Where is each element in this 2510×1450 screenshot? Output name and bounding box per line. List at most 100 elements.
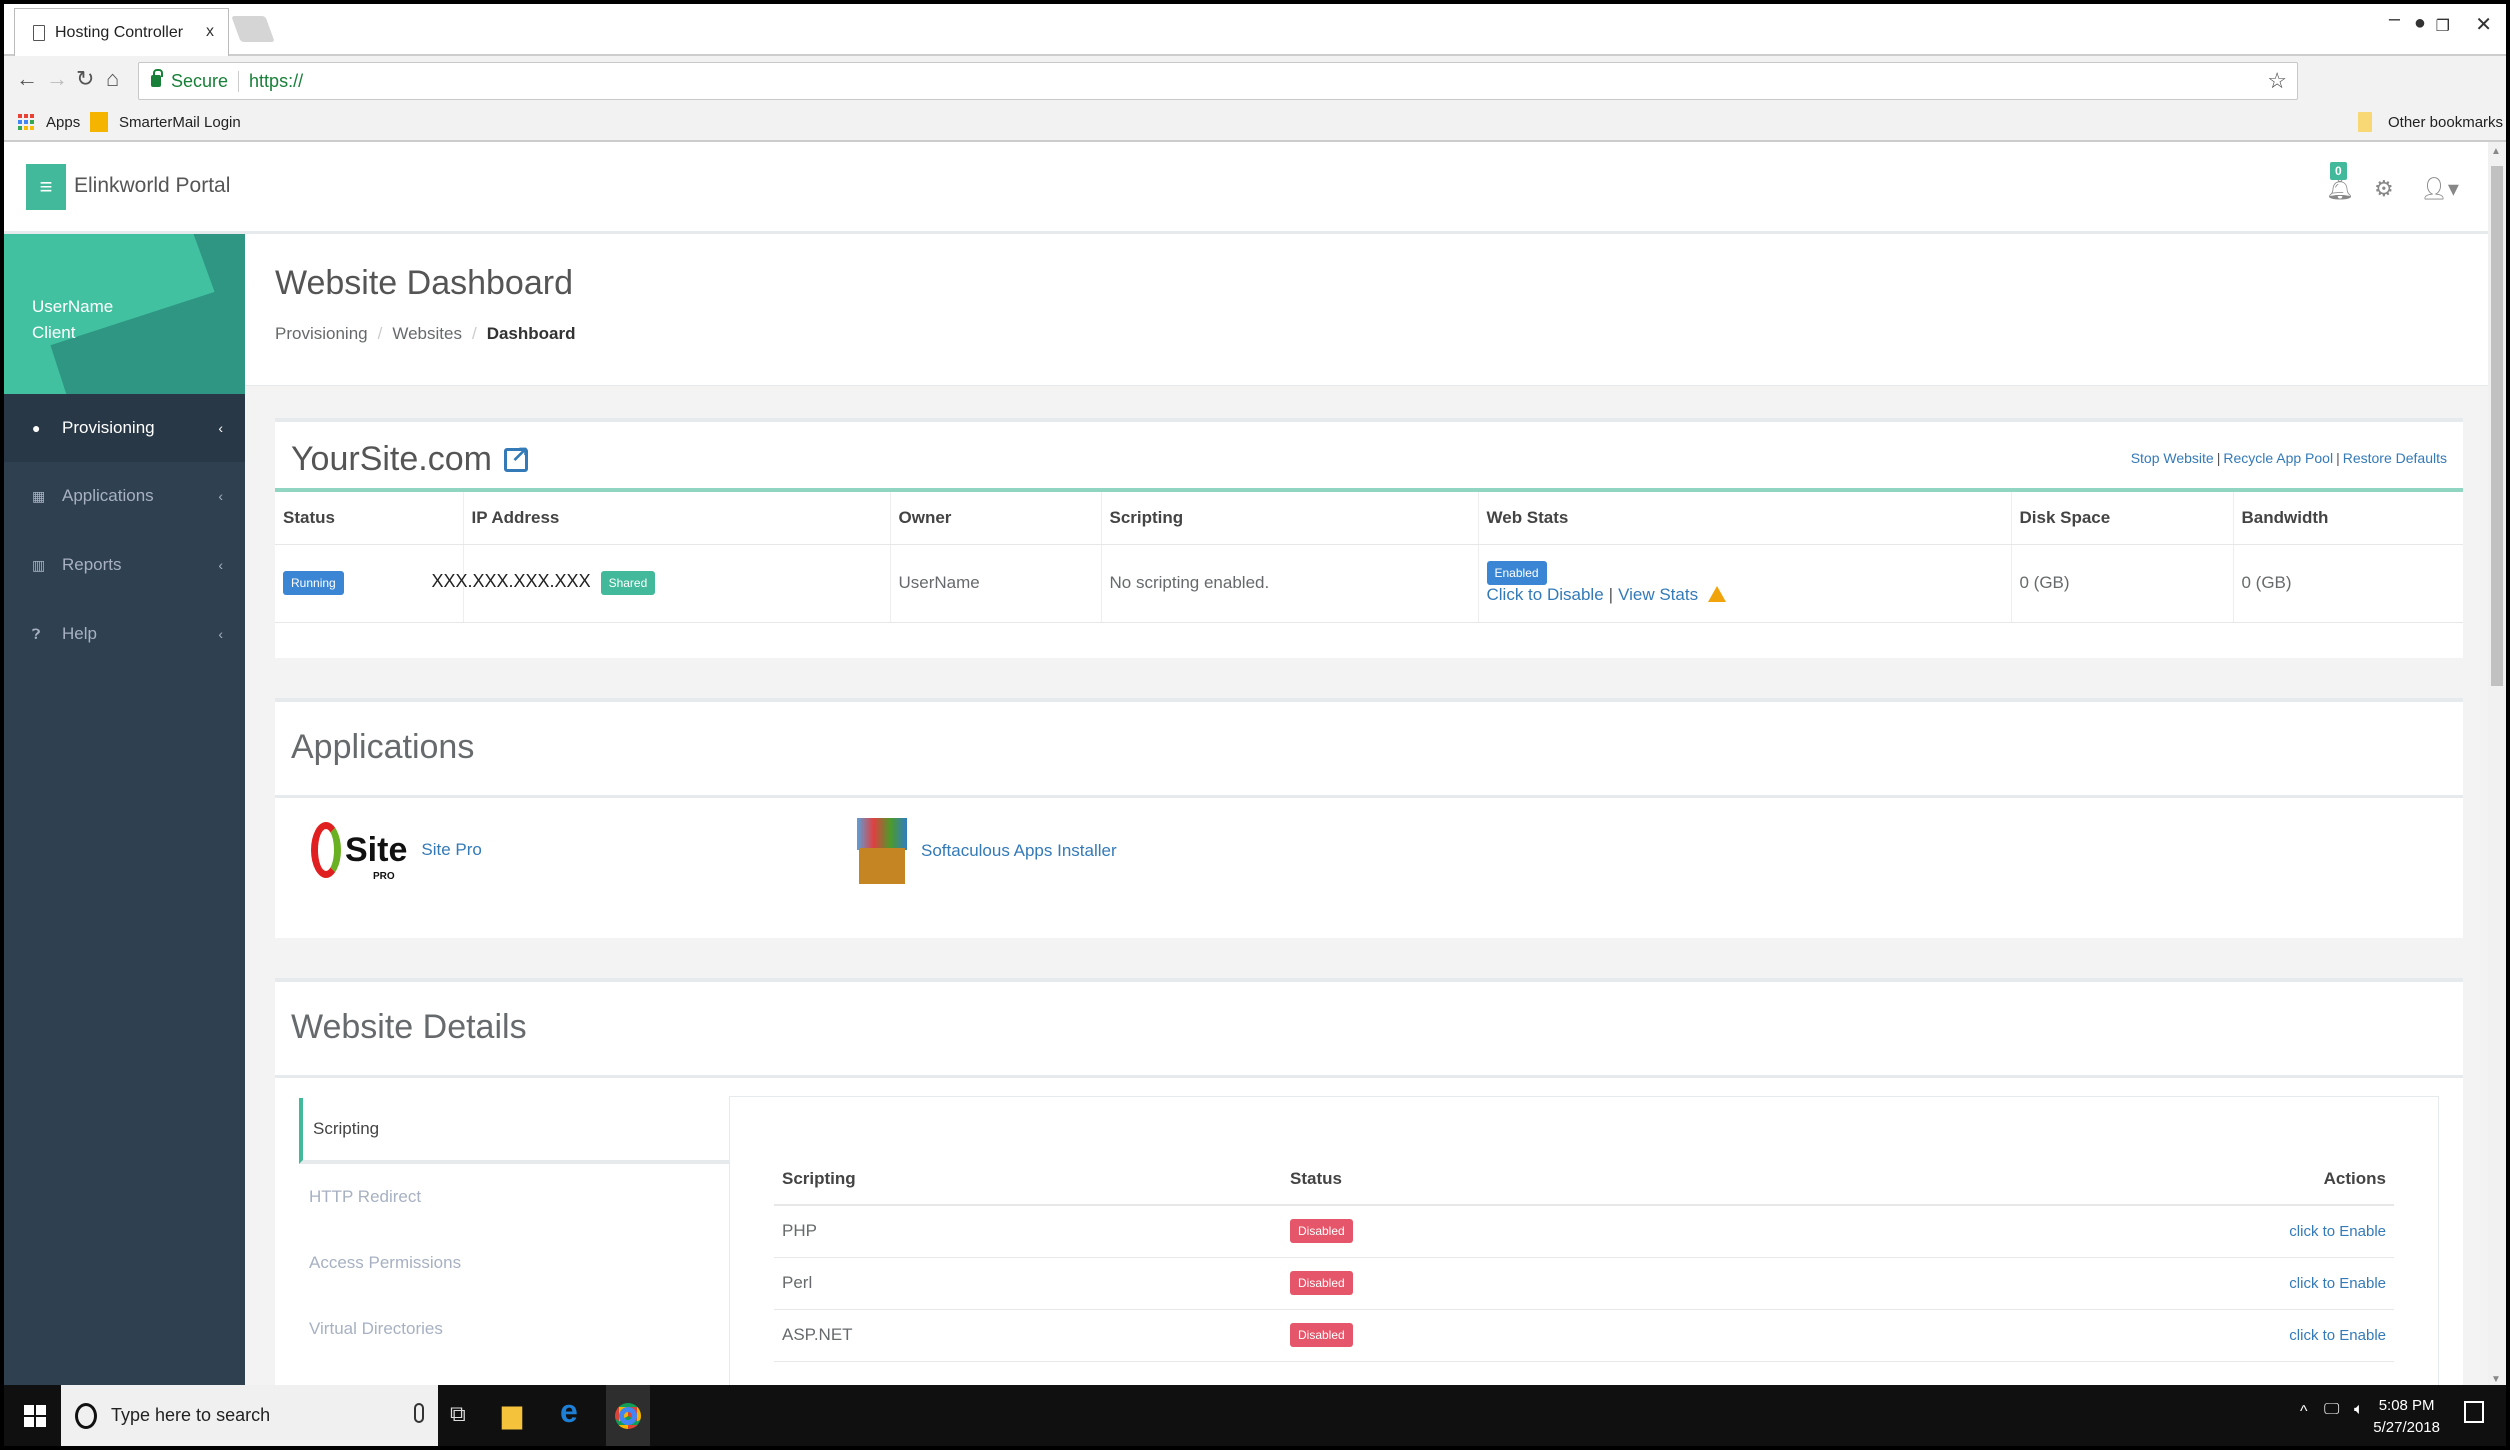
taskbar-search[interactable]: Type here to search: [61, 1385, 438, 1446]
edge-icon[interactable]: e: [560, 1393, 578, 1430]
sidebar-item-label: Reports: [62, 555, 122, 574]
enable-link[interactable]: click to Enable: [2289, 1223, 2386, 1240]
main-content: Website Dashboard Provisioning / Websites /…: [245, 234, 2488, 1389]
restore-defaults-link[interactable]: Restore Defaults: [2343, 450, 2447, 466]
tab-close-icon[interactable]: x: [206, 23, 214, 41]
url-text[interactable]: https://: [249, 71, 303, 92]
user-name[interactable]: UserName: [32, 294, 113, 320]
bandwidth-cell: 0 (GB): [2233, 544, 2463, 623]
table-row: PHP Disabled click to Enable: [774, 1205, 2394, 1258]
secure-label: Secure: [171, 70, 240, 92]
sitepro-link[interactable]: Site Pro: [421, 840, 481, 860]
hamburger-icon: ≡: [39, 174, 53, 199]
details-tab-list: Scripting HTTP Redirect Access Permissio…: [299, 1098, 729, 1389]
disk-space-cell: 0 (GB): [2011, 544, 2234, 623]
chevron-left-icon: ‹: [218, 626, 223, 642]
tab-virtual-directories[interactable]: Virtual Directories: [299, 1296, 729, 1362]
back-icon[interactable]: ←: [16, 66, 38, 92]
new-tab-button[interactable]: [231, 16, 275, 42]
sidebar: UserName Client ● Provisioning ‹ ▦ Appli…: [4, 234, 245, 1389]
network-icon[interactable]: 🖵︎: [2324, 1401, 2339, 1419]
address-bar[interactable]: Secure https:// ☆: [138, 62, 2298, 100]
cortana-icon: [75, 1402, 97, 1429]
column-header: Status: [275, 492, 464, 545]
tray-chevron-icon[interactable]: ^: [2300, 1403, 2308, 1421]
screen: Hosting Controller x ● – ❐ ✕ ← → ↻ ⌂ Sec…: [4, 4, 2506, 1446]
portal-header: ≡ Elinkworld Portal 🔔︎ 0 ⚙ 👤︎▾: [4, 142, 2488, 234]
apps-grid-icon: [18, 114, 34, 130]
close-window-icon[interactable]: ✕: [2475, 12, 2492, 37]
stop-website-link[interactable]: Stop Website: [2131, 450, 2214, 466]
enable-link[interactable]: click to Enable: [2289, 1327, 2386, 1344]
other-bookmarks[interactable]: Other bookmarks: [2388, 114, 2503, 131]
column-header: Scripting: [774, 1153, 1282, 1206]
site-info-table: Status IP Address Owner Scripting Web St…: [275, 492, 2463, 623]
enable-link[interactable]: click to Enable: [2289, 1275, 2386, 1292]
reload-icon[interactable]: ↻: [76, 66, 94, 92]
column-header: Status: [1282, 1153, 1711, 1206]
minimize-icon[interactable]: –: [2389, 8, 2400, 31]
bar-chart-icon: ▥: [32, 556, 46, 573]
windows-taskbar: Type here to search ⧉ ▆ e ^ 🖵︎ 🔈︎ 5:08 P…: [4, 1385, 2506, 1446]
user-role: Client: [32, 323, 76, 342]
user-menu-icon[interactable]: 👤︎▾: [2420, 176, 2459, 202]
scroll-up-icon[interactable]: ▲: [2491, 146, 2501, 157]
menu-toggle-button[interactable]: ≡: [26, 164, 66, 210]
page-icon: [33, 24, 45, 41]
page-title: Website Dashboard: [275, 264, 573, 302]
browser-tab-bar: Hosting Controller x ● – ❐ ✕: [4, 4, 2506, 56]
sidebar-item-provisioning[interactable]: ● Provisioning ‹: [4, 394, 245, 462]
scripting-panel: Scripting Status Actions PHP Disabled cl…: [729, 1096, 2439, 1389]
recycle-app-pool-link[interactable]: Recycle App Pool: [2223, 450, 2333, 466]
restore-icon[interactable]: ❐: [2436, 16, 2450, 36]
disable-webstats-link[interactable]: Click to Disable: [1487, 585, 1604, 604]
column-header: Disk Space: [2011, 492, 2234, 545]
table-row: ASP.NET Disabled click to Enable: [774, 1309, 2394, 1362]
action-center-icon[interactable]: [2464, 1401, 2484, 1423]
tab-access-permissions[interactable]: Access Permissions: [299, 1230, 729, 1296]
portal-brand[interactable]: Elinkworld Portal: [74, 174, 230, 198]
table-row: Running XXX.XXX.XXX.XXX Shared UserName N…: [275, 544, 2463, 623]
home-icon[interactable]: ⌂: [106, 66, 119, 92]
warning-icon: [1708, 586, 1727, 602]
sidebar-item-label: Help: [62, 624, 97, 643]
script-name: Perl: [774, 1257, 1282, 1310]
profile-icon[interactable]: ●: [2414, 12, 2426, 35]
view-stats-link[interactable]: View Stats: [1618, 585, 1698, 604]
breadcrumb-websites[interactable]: Websites: [392, 324, 462, 343]
microphone-icon[interactable]: [414, 1403, 424, 1423]
chrome-icon[interactable]: [606, 1385, 650, 1446]
bookmark-star-icon[interactable]: ☆: [2267, 68, 2287, 94]
tab-scripting[interactable]: Scripting: [299, 1098, 729, 1164]
app-item-softaculous[interactable]: Softaculous Apps Installer: [857, 818, 1117, 884]
task-view-icon[interactable]: ⧉: [450, 1401, 466, 1427]
website-details-title: Website Details: [291, 1008, 527, 1046]
bookmark-apps[interactable]: Apps: [46, 114, 80, 131]
sidebar-item-applications[interactable]: ▦ Applications ‹: [4, 462, 245, 530]
sidebar-item-help[interactable]: ❓︎ Help ‹: [4, 600, 245, 668]
page-scrollbar[interactable]: ▲ ▼: [2488, 142, 2506, 1389]
scrollbar-thumb[interactable]: [2491, 166, 2503, 686]
tab-http-redirect[interactable]: HTTP Redirect: [299, 1164, 729, 1230]
clock[interactable]: 5:08 PM 5/27/2018: [2373, 1395, 2440, 1439]
address-bar-row: ← → ↻ ⌂ Secure https:// ☆: [4, 56, 2506, 106]
external-link-icon[interactable]: [503, 441, 529, 472]
sidebar-item-reports[interactable]: ▥ Reports ‹: [4, 531, 245, 599]
windows-start-icon[interactable]: [24, 1405, 46, 1427]
softaculous-link[interactable]: Softaculous Apps Installer: [921, 841, 1117, 861]
sitepro-logo-icon: Site PRO: [311, 822, 407, 882]
column-header: Web Stats: [1478, 492, 2012, 545]
app-item-sitepro[interactable]: Site PRO Site Pro: [311, 822, 482, 882]
file-explorer-icon[interactable]: ▆: [502, 1399, 522, 1430]
forward-icon[interactable]: →: [46, 66, 68, 92]
scroll-down-icon[interactable]: ▼: [2491, 1374, 2501, 1385]
browser-tab[interactable]: Hosting Controller x: [14, 8, 229, 56]
breadcrumb-provisioning[interactable]: Provisioning: [275, 324, 368, 343]
scripting-cell: No scripting enabled.: [1101, 544, 1479, 623]
globe-icon: ●: [32, 420, 41, 436]
bookmark-smartermail[interactable]: SmarterMail Login: [119, 114, 241, 131]
volume-icon[interactable]: 🔈︎: [2354, 1401, 2364, 1419]
site-actions: Stop Website | Recycle App Pool | Restore De…: [2130, 450, 2447, 466]
gears-icon[interactable]: ⚙: [2374, 176, 2394, 202]
grid-icon: ▦: [32, 487, 46, 504]
